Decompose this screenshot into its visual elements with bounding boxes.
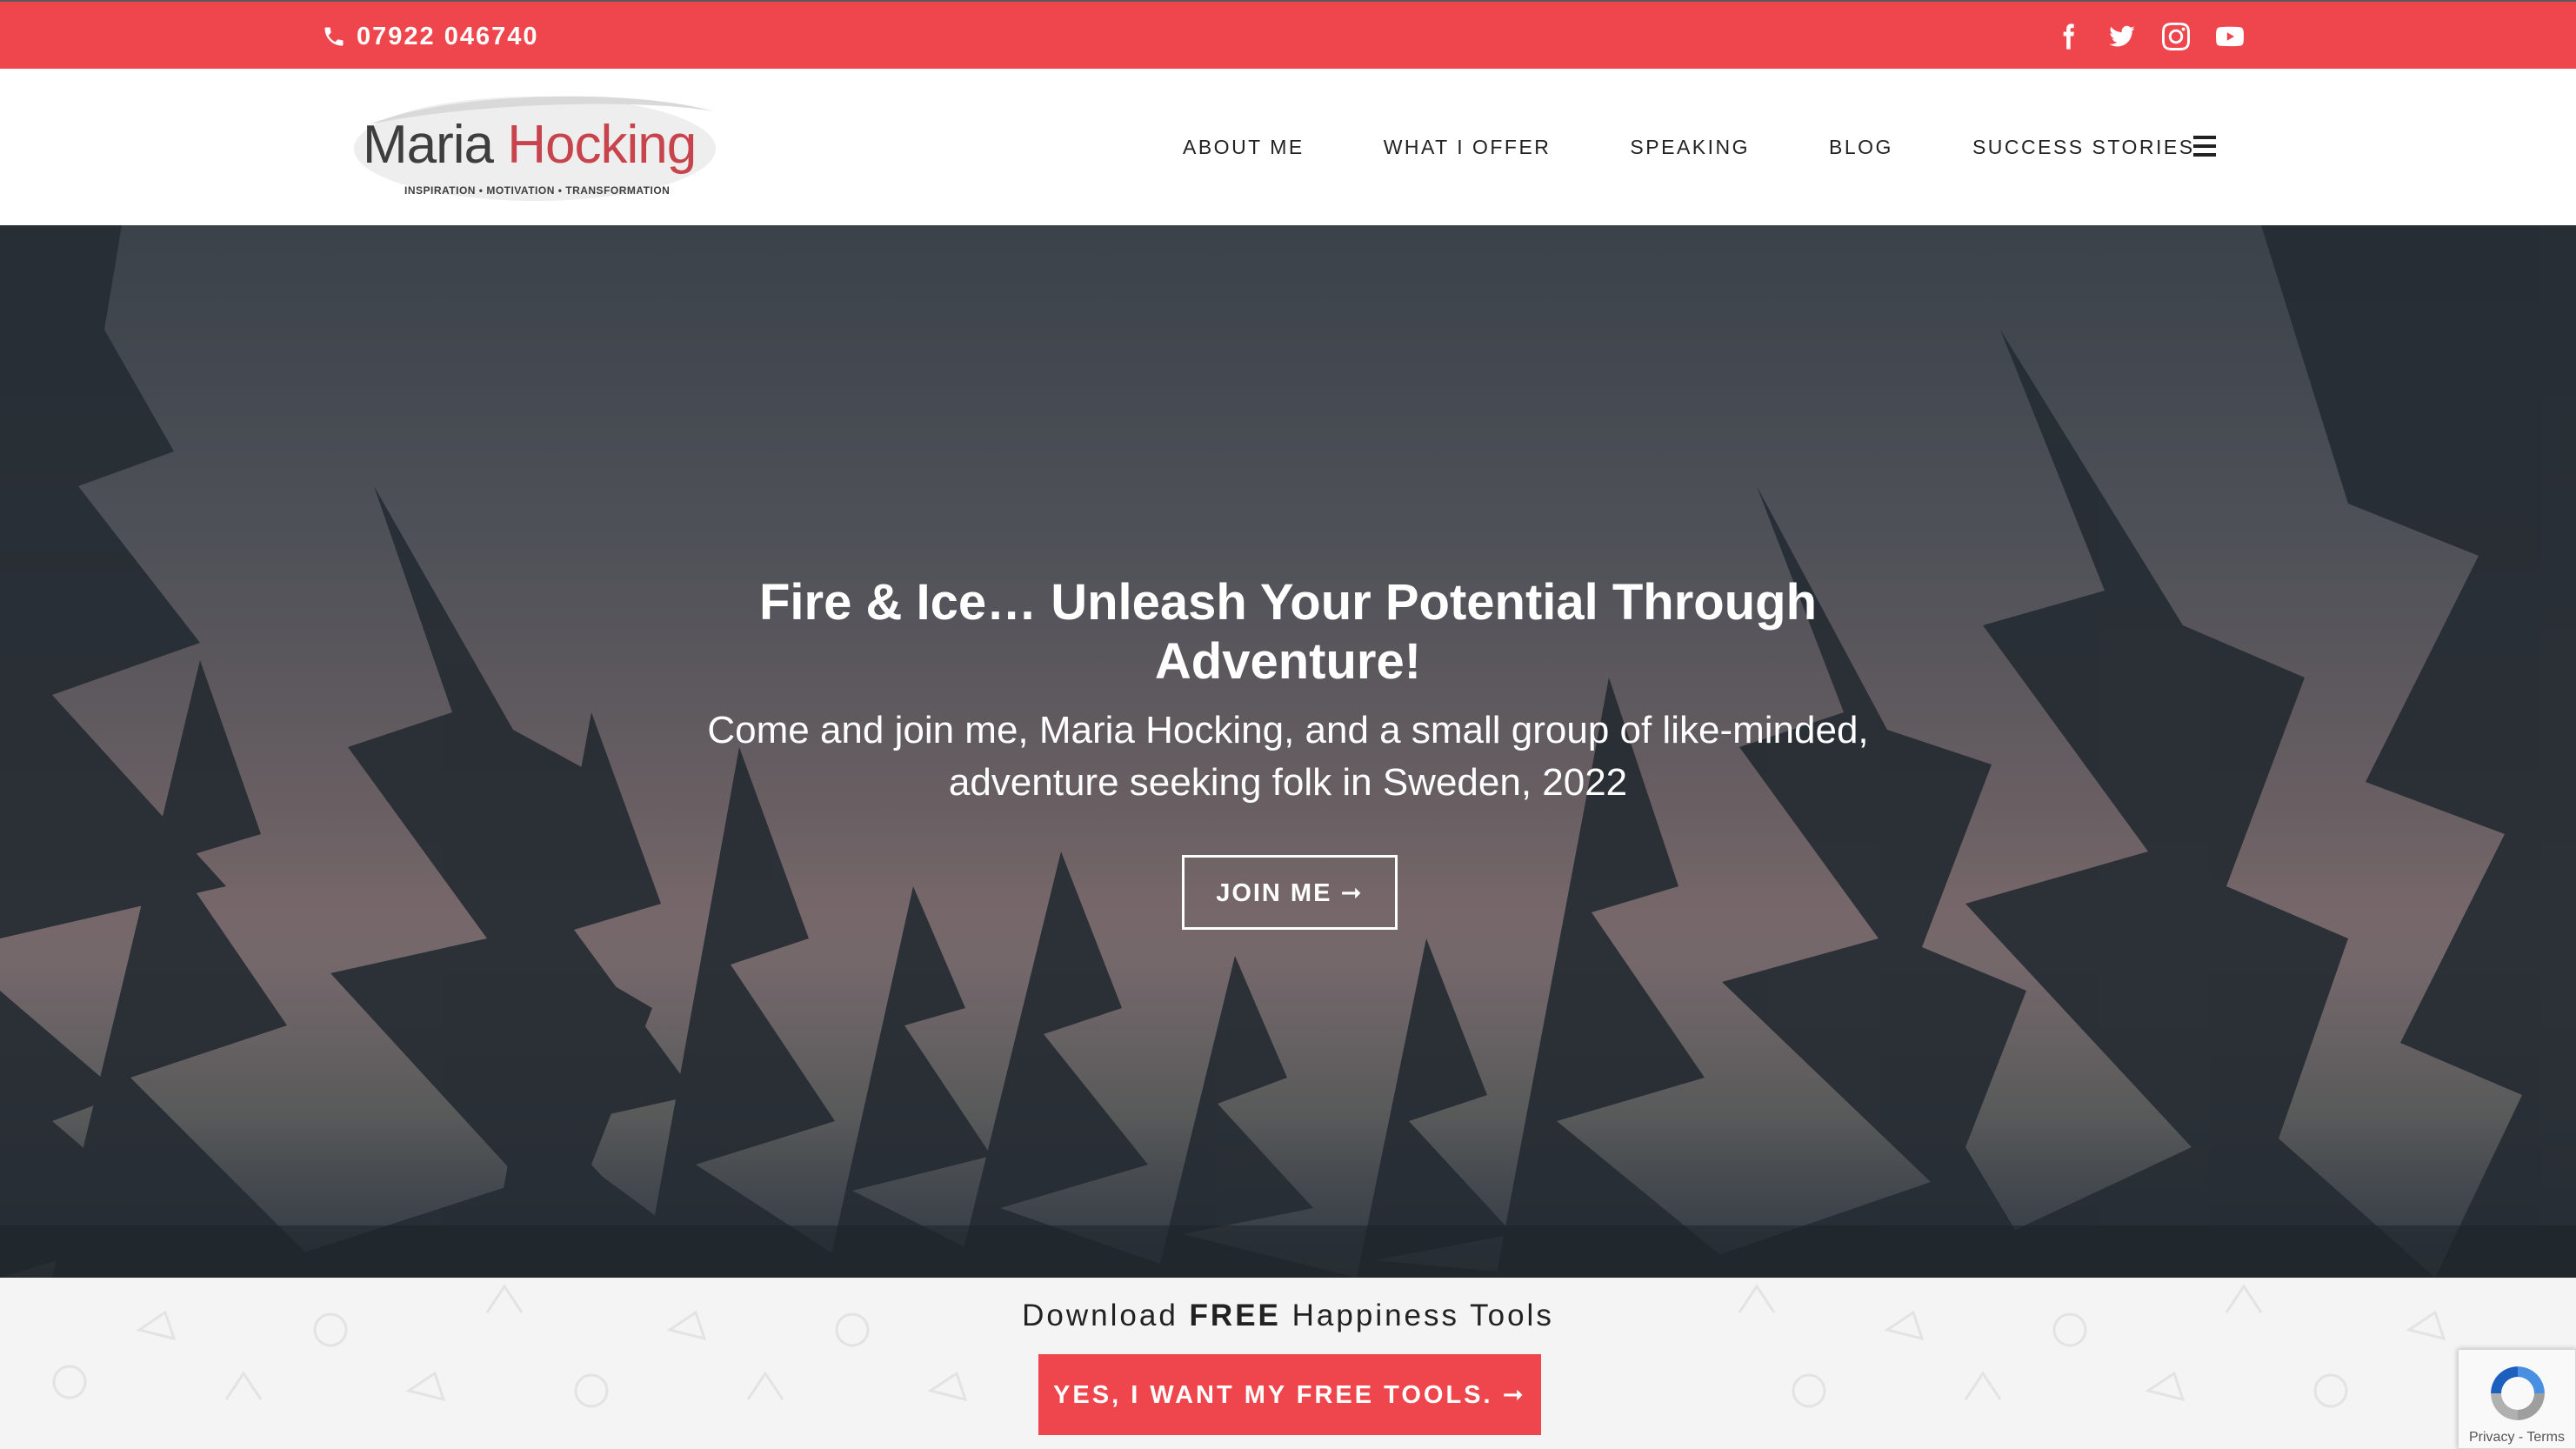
hero-subtitle: Come and join me, Maria Hocking, and a s… [707,709,1869,804]
main-nav: ABOUT ME WHAT I OFFER SPEAKING BLOG SUCC… [1183,69,2274,225]
nav-blog[interactable]: BLOG [1829,136,1893,159]
phone-number: 07922 046740 [357,22,539,50]
hero-content: Fire & Ice… Unleash Your Potential Throu… [0,225,2576,1278]
recaptcha-links[interactable]: Privacy - Terms [2469,1430,2565,1446]
twitter-icon[interactable] [2106,21,2138,52]
hero-section: Fire & Ice… Unleash Your Potential Throu… [0,225,2576,1278]
site-logo[interactable]: Maria Hocking INSPIRATION • MOTIVATION •… [352,90,717,203]
logo-text: Maria Hocking [363,115,697,175]
top-bar: 07922 046740 [0,0,2576,69]
free-tools-banner: Download FREE Happiness Tools YES, I WAN… [0,1278,2576,1449]
nav-speaking[interactable]: SPEAKING [1630,136,1750,159]
hero-title: Fire & Ice… Unleash Your Potential Throu… [758,574,1818,690]
site-header: Maria Hocking INSPIRATION • MOTIVATION •… [0,69,2576,225]
phone-icon [324,27,344,46]
recaptcha-badge[interactable]: Privacy - Terms [2458,1349,2576,1449]
nav-what-i-offer[interactable]: WHAT I OFFER [1384,136,1552,159]
join-me-button[interactable]: JOIN ME ➞ [1182,855,1398,930]
nav-about-me[interactable]: ABOUT ME [1183,136,1305,159]
instagram-icon[interactable] [2160,21,2192,52]
logo-tagline: INSPIRATION • MOTIVATION • TRANSFORMATIO… [404,184,671,197]
phone-link[interactable]: 07922 046740 [322,19,538,54]
youtube-icon[interactable] [2214,21,2246,52]
banner-heading: Download FREE Happiness Tools [1022,1299,1554,1332]
social-links [2052,21,2246,52]
free-tools-button[interactable]: YES, I WANT MY FREE TOOLS. ➞ [1038,1354,1541,1435]
facebook-icon[interactable] [2052,21,2084,52]
recaptcha-icon [2491,1366,2545,1420]
hamburger-icon[interactable] [2193,136,2216,158]
nav-success-stories[interactable]: SUCCESS STORIES [1972,136,2195,159]
